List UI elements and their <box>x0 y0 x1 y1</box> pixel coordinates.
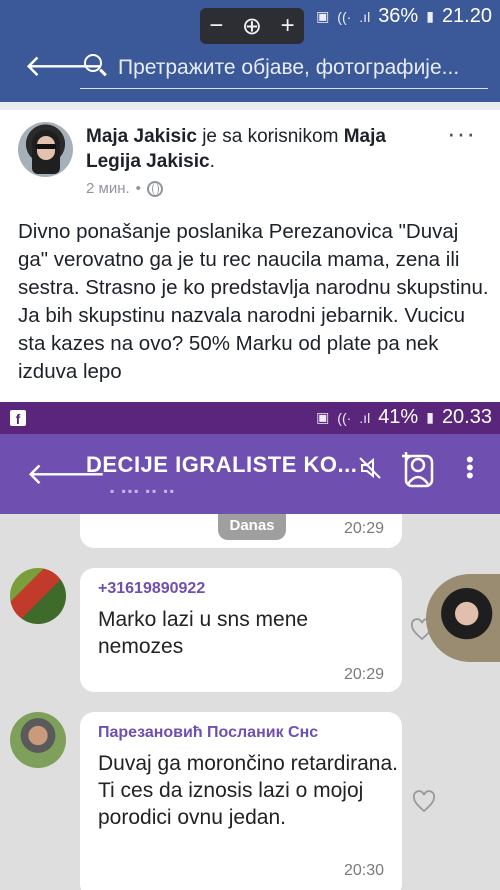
chat-area[interactable]: 20:29 Danas +31619890922 Marko lazi u sn… <box>0 514 500 890</box>
message-time: 20:30 <box>343 862 384 879</box>
message-time: 20:29 <box>343 666 384 683</box>
message-text: Duvaj ga morončino retardirana. Ti ces d… <box>98 752 398 829</box>
sender-avatar[interactable] <box>10 568 66 624</box>
search-icon <box>84 54 102 72</box>
mute-icon[interactable] <box>356 454 384 482</box>
globe-icon <box>146 180 163 197</box>
message-bubble[interactable]: Парезановић Посланик Снс Duvaj ga moronč… <box>80 712 402 890</box>
viber-chat-header: 🡐 DECIJE IGRALISTE KO... ▪ ▪▪▪ ▪▪ ▪▪ • • • <box>0 434 500 514</box>
chat-title[interactable]: DECIJE IGRALISTE KO... <box>86 452 357 478</box>
like-heart-icon[interactable] <box>412 790 436 814</box>
tag-connector: je sa korisnikom <box>202 126 339 147</box>
add-participant-icon[interactable] <box>398 452 434 488</box>
menu-icon[interactable]: • • • <box>466 449 474 487</box>
post-meta: 2 мин. • <box>86 180 163 197</box>
zoom-in-button[interactable]: + <box>281 12 295 40</box>
signal-icon: .ıl <box>359 409 371 426</box>
message-bubble[interactable]: +31619890922 Marko lazi u sns mene nemoz… <box>80 568 402 692</box>
facebook-notification-icon: f <box>10 410 26 427</box>
facebook-toolbar: 🡐 <box>0 34 500 102</box>
clock: 21.20 <box>441 5 492 27</box>
wifi-icon: ((· <box>337 8 352 25</box>
post-header: Maja Jakisic je sa korisnikom Maja Legij… <box>86 126 386 172</box>
magnifier-icon[interactable]: ⊕ <box>242 12 262 41</box>
author-name[interactable]: Maja Jakisic <box>86 126 197 147</box>
alarm-icon: ▣ <box>316 8 330 24</box>
contact-avatar-large[interactable] <box>426 574 500 662</box>
signal-icon: .ıl <box>359 8 371 25</box>
clock: 20.33 <box>441 406 492 428</box>
more-options-icon[interactable]: ··· <box>447 120 476 146</box>
status-icons: ▣ ((· .ıl 36% ▮ 21.20 <box>316 5 492 28</box>
facebook-post: Maja Jakisic je sa korisnikom Maja Legij… <box>0 110 500 402</box>
sender-avatar[interactable] <box>10 712 66 768</box>
post-time: 2 мин. <box>86 180 130 197</box>
search-input[interactable] <box>116 50 490 86</box>
status-icons-viber: ▣ ((· .ıl 41% ▮ 20.33 <box>316 406 492 429</box>
message-sender[interactable]: Парезановић Посланик Снс <box>98 724 318 742</box>
message-sender[interactable]: +31619890922 <box>98 580 205 598</box>
status-bar-viber: f ▣ ((· .ıl 41% ▮ 20.33 <box>0 402 500 434</box>
post-text: Divno ponašanje poslanika Perezanovica "… <box>18 220 489 383</box>
battery-icon: ▮ <box>426 8 434 24</box>
chat-subtitle-blurred: ▪ ▪▪▪ ▪▪ ▪▪ <box>110 484 177 498</box>
battery-percent: 41% <box>378 406 419 428</box>
battery-percent: 36% <box>378 5 419 27</box>
battery-icon: ▮ <box>426 409 434 425</box>
date-badge: Danas <box>218 514 286 540</box>
author-avatar[interactable] <box>18 122 73 177</box>
message-time: 20:29 <box>343 520 384 537</box>
zoom-controls: − ⊕ + <box>200 8 304 44</box>
wifi-icon: ((· <box>337 409 352 426</box>
meta-separator: • <box>135 180 141 197</box>
alarm-icon: ▣ <box>316 409 330 425</box>
message-text: Marko lazi u sns mene nemozes <box>98 608 309 658</box>
search-box[interactable] <box>80 46 490 89</box>
zoom-out-button[interactable]: − <box>209 12 223 40</box>
